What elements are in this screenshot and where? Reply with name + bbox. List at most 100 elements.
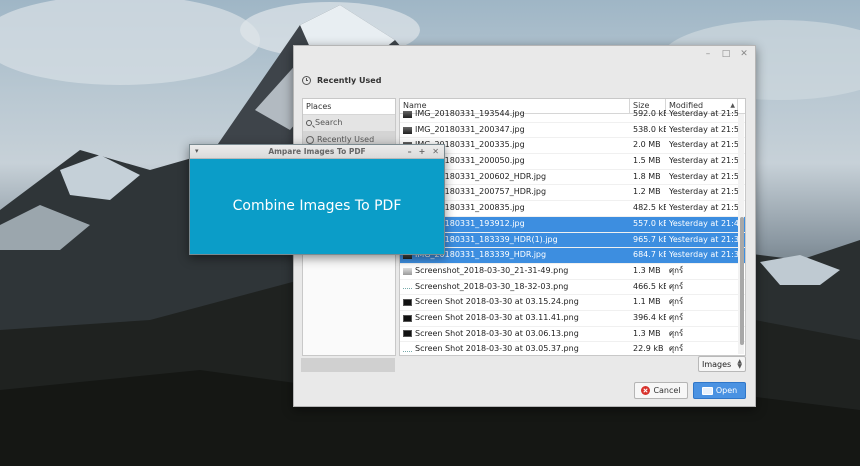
file-size: 1.1 MB [633,297,661,307]
file-name: IMG_20180331_200347.jpg [415,124,525,134]
file-name: Screenshot_2018-03-30_18-32-03.png [415,281,569,291]
file-modified: ศุกร์ [669,297,684,307]
file-modified: Yesterday at 21:51 [669,203,738,213]
file-thumbnail-icon [403,314,412,322]
file-name: Screen Shot 2018-03-30 at 03.05.37.png [415,344,579,354]
file-thumbnail-icon [403,347,412,353]
file-thumbnail-icon [403,110,412,118]
file-row[interactable]: IMG_20180331_200757_HDR.jpg 1.2 MB Yesterd… [400,185,745,202]
file-size: 557.0 kB [633,218,666,228]
file-type-filter[interactable]: Images ▲ ▼ [698,356,746,372]
window-menu-icon[interactable]: ▾ [195,145,199,158]
cancel-label: Cancel [653,386,681,395]
file-modified: Yesterday at 21:55 [669,124,738,134]
file-name-cell: IMG_20180331_200347.jpg [400,123,630,138]
file-name-cell: Screenshot_2018-03-30_21-31-49.png [400,264,630,279]
file-size: 1.2 MB [633,187,661,197]
file-size: 482.5 kB [633,203,666,213]
file-name: Screen Shot 2018-03-30 at 03.06.13.png [415,328,579,338]
file-row[interactable]: Screen Shot 2018-03-30 at 03.06.13.png 1.… [400,327,745,343]
open-label: Open [715,386,738,395]
file-size: 684.7 kB [633,250,666,260]
file-size: 1.8 MB [633,171,661,181]
file-row[interactable]: IMG_20180331_183339_HDR(1).jpg 965.7 kB Ye… [400,232,745,249]
places-header: Places [303,99,395,115]
window-controls: – □ ✕ [703,49,749,59]
file-size: 22.9 kB [633,344,664,354]
file-name: Screen Shot 2018-03-30 at 03.15.24.png [415,297,579,307]
file-name-cell: Screenshot_2018-03-30_18-32-03.png [400,280,630,295]
file-size: 396.4 kB [633,312,666,322]
file-name: IMG_20180331_193544.jpg [415,109,525,118]
ampare-window-controls: – + ✕ [408,145,439,158]
minimize-button[interactable]: – [703,49,713,59]
file-name-cell: Screen Shot 2018-03-30 at 03.05.37.png [400,342,630,355]
file-list: Name Size Modified ▲ IMG_20180331_193544.… [399,98,746,356]
file-name-cell: Screen Shot 2018-03-30 at 03.15.24.png [400,295,630,310]
search-icon [306,120,312,126]
places-footer [301,358,395,372]
file-row[interactable]: Screen Shot 2018-03-30 at 03.15.24.png 1.… [400,295,745,311]
file-modified: ศุกร์ [669,344,684,354]
file-row[interactable]: IMG_20180331_200335.jpg 2.0 MB Yesterday a… [400,138,745,155]
file-name-cell: IMG_20180331_193544.jpg [400,107,630,122]
file-thumbnail-icon [403,330,412,338]
ampare-titlebar: ▾ Ampare Images To PDF – + ✕ [190,145,444,159]
file-row[interactable]: Screenshot_2018-03-30_21-31-49.png 1.3 MB… [400,264,745,280]
file-size: 1.3 MB [633,265,661,275]
file-modified: Yesterday at 21:39 [669,234,738,244]
file-thumbnail-icon [403,284,412,290]
ampare-maximize-button[interactable]: + [419,145,426,158]
recent-clock-icon [302,75,311,85]
file-name-cell: Screen Shot 2018-03-30 at 03.06.13.png [400,327,630,342]
file-thumbnail-icon [403,126,412,134]
ampare-close-button[interactable]: ✕ [432,145,439,158]
filter-value: Images [702,359,732,369]
folder-open-icon [701,386,713,395]
close-button[interactable]: ✕ [739,49,749,59]
maximize-button[interactable]: □ [721,49,731,59]
file-thumbnail-icon [403,267,412,275]
scrollbar-thumb[interactable] [740,217,744,345]
file-row[interactable]: IMG_20180331_200602_HDR.jpg 1.8 MB Yesterd… [400,170,745,186]
clock-icon [306,136,314,144]
file-modified: ศุกร์ [669,281,684,291]
file-row[interactable]: IMG_20180331_183339_HDR.jpg 684.7 kB Yeste… [400,248,745,264]
file-modified: Yesterday at 21:39 [669,250,738,260]
file-modified: Yesterday at 21:54 [669,156,738,166]
file-modified: ศุกร์ [669,312,684,322]
combine-images-button[interactable]: Combine Images To PDF [190,158,444,254]
file-modified: Yesterday at 21:57 [669,109,738,118]
ampare-minimize-button[interactable]: – [408,145,412,158]
location-bar: Recently Used [302,72,381,88]
location-label: Recently Used [317,75,382,85]
file-size: 2.0 MB [633,140,661,150]
file-row[interactable]: IMG_20180331_200347.jpg 538.0 kB Yesterday… [400,123,745,139]
file-name: Screenshot_2018-03-30_21-31-49.png [415,265,569,275]
file-modified: Yesterday at 21:52 [669,171,738,181]
file-row[interactable]: IMG_20180331_193544.jpg 592.0 kB Yesterday… [400,107,745,123]
file-row[interactable]: Screen Shot 2018-03-30 at 03.11.41.png 39… [400,311,745,327]
file-rows: IMG_20180331_193544.jpg 592.0 kB Yesterday… [400,107,745,355]
open-button[interactable]: Open [693,382,746,399]
file-size: 538.0 kB [633,124,666,134]
cancel-button[interactable]: Cancel [634,382,688,399]
ampare-window: ▾ Ampare Images To PDF – + ✕ Combine Ima… [189,144,445,255]
file-row[interactable]: IMG_20180331_200835.jpg 482.5 kB Yesterday… [400,201,745,217]
file-name: Screen Shot 2018-03-30 at 03.11.41.png [415,312,579,322]
file-modified: Yesterday at 21:51 [669,187,738,197]
file-modified: Yesterday at 21:41 [669,218,738,228]
file-modified: ศุกร์ [669,265,684,275]
file-thumbnail-icon [403,299,412,307]
file-row[interactable]: IMG_20180331_193912.jpg 557.0 kB Yesterday… [400,216,745,233]
places-item-search[interactable]: Search [303,115,395,132]
file-row[interactable]: Screen Shot 2018-03-30 at 03.05.37.png 22… [400,342,745,355]
file-size: 592.0 kB [633,109,666,118]
file-row[interactable]: Screenshot_2018-03-30_18-32-03.png 466.5 … [400,280,745,296]
updown-arrows-icon: ▲ ▼ [737,358,742,370]
file-row[interactable]: IMG_20180331_200050.jpg 1.5 MB Yesterday a… [400,154,745,170]
file-size: 1.3 MB [633,328,661,338]
ampare-title: Ampare Images To PDF [268,147,366,156]
cancel-icon [641,386,651,395]
file-size: 466.5 kB [633,281,666,291]
